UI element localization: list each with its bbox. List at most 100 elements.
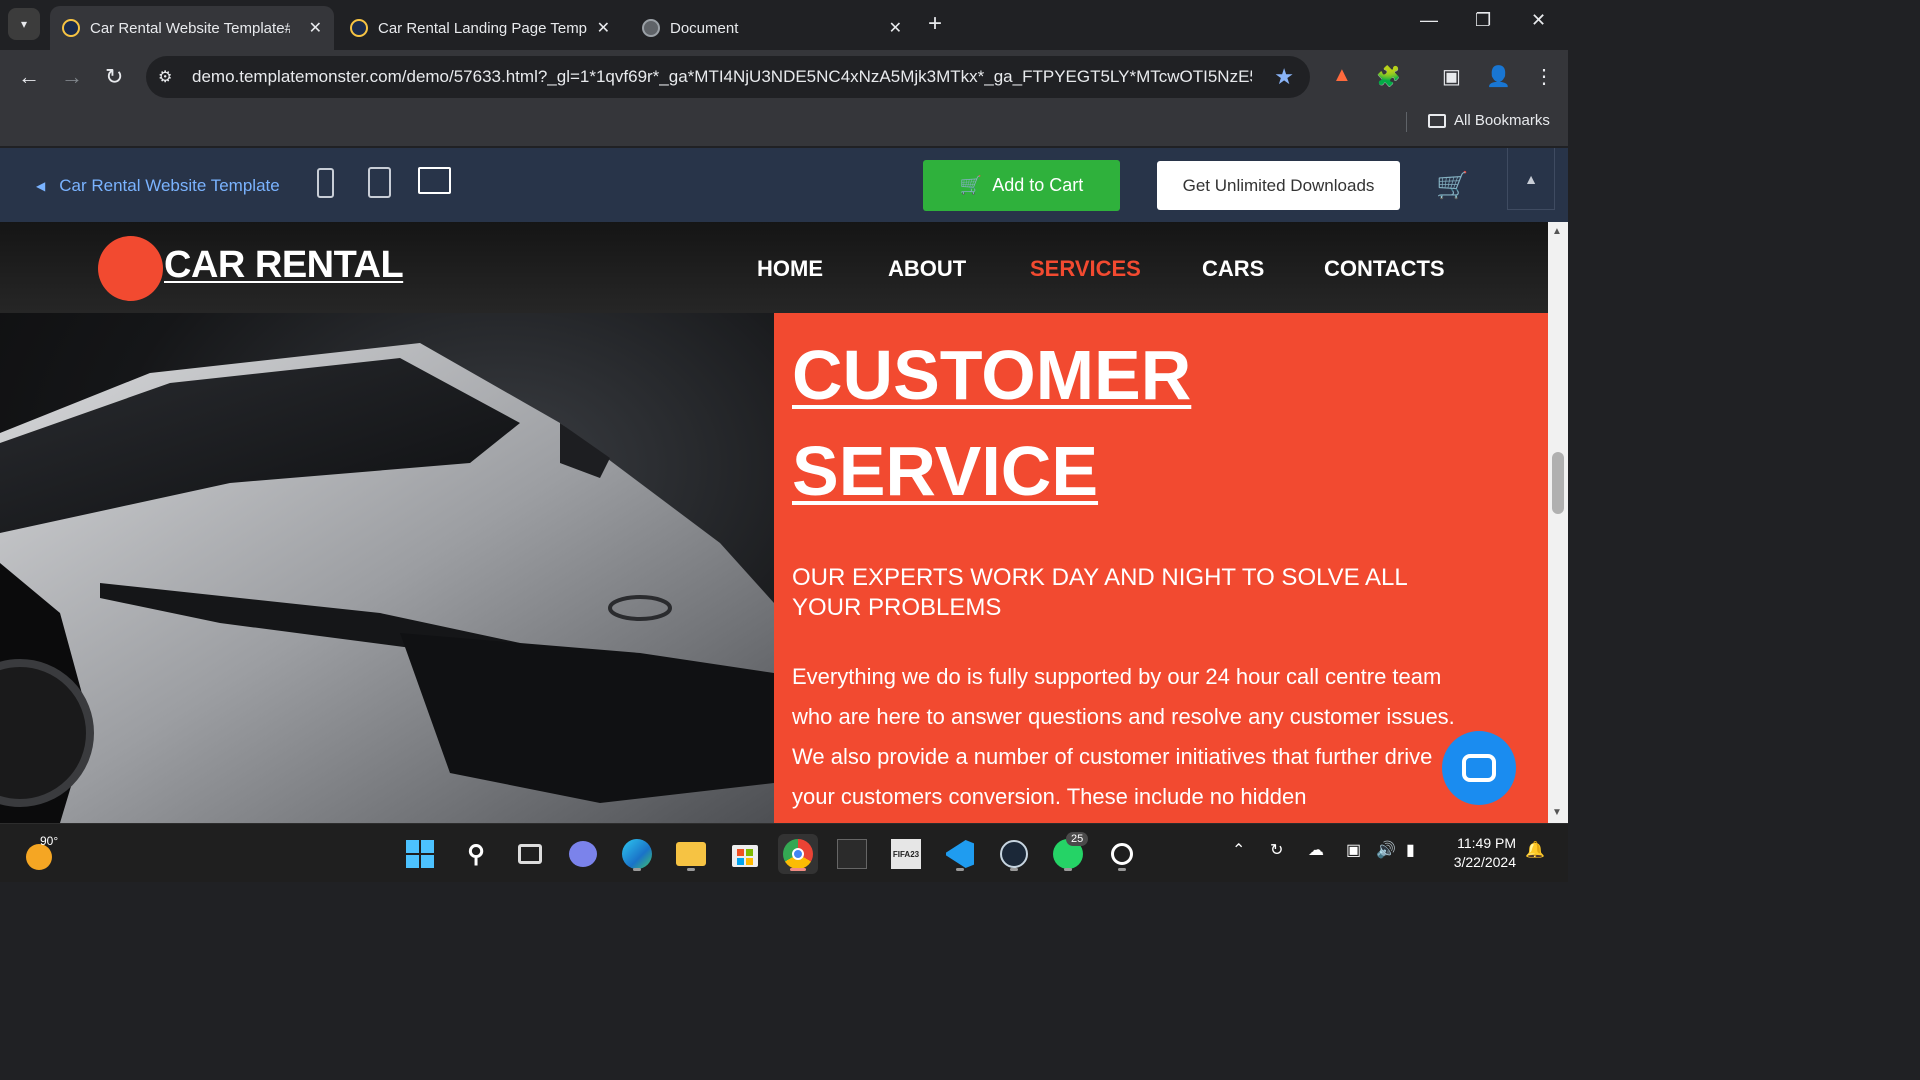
- all-bookmarks-label: All Bookmarks: [1454, 112, 1550, 129]
- sports-car-illustration: [0, 343, 774, 823]
- running-indicator: [633, 868, 641, 871]
- caret-up-icon: ▲: [1524, 170, 1538, 187]
- vscode-icon[interactable]: [940, 834, 980, 874]
- battery-icon[interactable]: ▮: [1406, 840, 1415, 860]
- show-hidden-icons-icon[interactable]: ⌃: [1232, 840, 1245, 860]
- tab-car-rental-website[interactable]: Car Rental Website Template#5 ✕: [50, 6, 334, 50]
- close-tab-icon[interactable]: ✕: [889, 18, 902, 38]
- window-close-icon[interactable]: ✕: [1531, 10, 1546, 31]
- running-indicator: [1118, 868, 1126, 871]
- nav-services[interactable]: SERVICES: [1030, 256, 1141, 282]
- scroll-up-arrow-icon[interactable]: ▲: [1552, 226, 1562, 237]
- onedrive-icon[interactable]: ☁: [1308, 840, 1324, 860]
- hero-title-line2: SERVICE: [792, 432, 1099, 510]
- desktop-view-icon[interactable]: [418, 167, 451, 194]
- edge-icon[interactable]: [617, 834, 657, 874]
- minimize-icon[interactable]: —: [1420, 10, 1438, 31]
- bookmark-separator: [1406, 112, 1407, 132]
- demo-toolbar: ◀ Car Rental Website Template 🛒 Add to C…: [0, 148, 1568, 222]
- weather-temperature: 90°: [40, 834, 59, 848]
- reload-icon[interactable]: ↻: [105, 64, 123, 90]
- customer-service-panel: CUSTOMER SERVICE OUR EXPERTS WORK DAY AN…: [774, 313, 1548, 823]
- all-bookmarks-button[interactable]: All Bookmarks: [1428, 112, 1550, 129]
- clock[interactable]: 11:49 PM 3/22/2024: [1440, 834, 1516, 872]
- hero-title-line1: CUSTOMER: [792, 336, 1192, 414]
- other-app-icon[interactable]: [1102, 834, 1142, 874]
- tab-car-rental-landing[interactable]: Car Rental Landing Page Templ... ✕: [338, 6, 622, 50]
- pes-game-icon[interactable]: [832, 834, 872, 874]
- nav-contacts[interactable]: CONTACTS: [1324, 256, 1445, 282]
- address-bar[interactable]: ⚙ ★: [146, 56, 1310, 98]
- profile-icon[interactable]: 👤: [1486, 64, 1511, 89]
- templatemonster-favicon-icon: [62, 19, 80, 37]
- extensions-icon[interactable]: 🧩: [1376, 64, 1401, 89]
- templatemonster-favicon-icon: [350, 19, 368, 37]
- tab-title: Document: [670, 19, 739, 37]
- get-unlimited-downloads-button[interactable]: Get Unlimited Downloads: [1157, 161, 1400, 210]
- back-icon[interactable]: ←: [18, 64, 40, 90]
- task-view-icon[interactable]: [510, 834, 550, 874]
- nav-about[interactable]: ABOUT: [888, 256, 966, 282]
- folder-icon: [1428, 113, 1446, 128]
- file-explorer-icon[interactable]: [671, 834, 711, 874]
- scrollbar-thumb[interactable]: [1552, 452, 1564, 514]
- flame-extension-icon[interactable]: ▲: [1332, 64, 1352, 87]
- tab-title: Car Rental Landing Page Templ...: [378, 19, 588, 37]
- side-panel-icon[interactable]: ▣: [1442, 64, 1461, 89]
- notification-bell-icon[interactable]: 🔔: [1525, 840, 1545, 860]
- tab-document[interactable]: Document ✕: [630, 6, 914, 50]
- whatsapp-notification-badge: 25: [1066, 832, 1089, 846]
- hero-body-text: Everything we do is fully supported by o…: [792, 664, 1455, 809]
- running-indicator: [1064, 868, 1072, 871]
- network-icon[interactable]: ▣: [1346, 840, 1361, 860]
- page-scrollbar[interactable]: ▲ ▼: [1548, 222, 1568, 823]
- weather-widget[interactable]: 90°: [26, 834, 58, 870]
- volume-icon[interactable]: 🔊: [1376, 840, 1396, 860]
- new-tab-button[interactable]: +: [928, 10, 942, 38]
- nav-cars[interactable]: CARS: [1202, 256, 1264, 282]
- url-input[interactable]: [192, 67, 1252, 87]
- restore-icon[interactable]: ❐: [1475, 10, 1491, 31]
- close-tab-icon[interactable]: ✕: [597, 18, 610, 38]
- cart-icon: 🛒: [959, 175, 983, 195]
- site-logo[interactable]: CAR RENTAL: [164, 244, 404, 287]
- hero-title: CUSTOMER SERVICE: [792, 327, 1392, 519]
- clock-date: 3/22/2024: [1453, 854, 1516, 870]
- logo-circle[interactable]: [98, 236, 163, 301]
- fifa-game-icon[interactable]: FIFA23: [886, 834, 926, 874]
- website-viewport: CAR RENTAL HOME ABOUT SERVICES CARS CONT…: [0, 222, 1548, 823]
- windows-logo-icon: [406, 840, 434, 868]
- start-button[interactable]: [400, 834, 440, 874]
- fifa-label: FIFA23: [891, 839, 921, 869]
- shopping-cart-icon[interactable]: 🛒: [1436, 170, 1468, 201]
- tablet-view-icon[interactable]: [368, 167, 391, 198]
- live-chat-button[interactable]: [1442, 731, 1516, 805]
- add-to-cart-button[interactable]: 🛒 Add to Cart: [923, 160, 1120, 211]
- back-to-template-label: Car Rental Website Template: [59, 176, 280, 195]
- clock-time: 11:49 PM: [1457, 835, 1516, 851]
- mobile-view-icon[interactable]: [317, 168, 334, 198]
- forward-icon[interactable]: →: [61, 64, 83, 90]
- more-menu-icon[interactable]: ⋮: [1534, 64, 1554, 89]
- microsoft-store-icon[interactable]: [725, 834, 765, 874]
- store-logo-icon: [732, 845, 758, 867]
- browser-toolbar: ← → ↻ ⚙ ★ ▲ 🧩 ▣ 👤 ⋮ All Bookmarks: [0, 50, 1568, 146]
- add-to-cart-label: Add to Cart: [992, 175, 1084, 195]
- running-indicator: [687, 868, 695, 871]
- tab-search-button[interactable]: ▾: [8, 8, 40, 40]
- search-icon[interactable]: ⚲: [456, 834, 496, 874]
- hero-subtitle: OUR EXPERTS WORK DAY AND NIGHT TO SOLVE …: [792, 564, 1407, 621]
- teams-icon[interactable]: [563, 834, 603, 874]
- bookmark-star-icon[interactable]: ★: [1274, 64, 1294, 90]
- close-tab-icon[interactable]: ✕: [309, 18, 322, 38]
- steam-icon[interactable]: [994, 834, 1034, 874]
- running-indicator: [1010, 868, 1018, 871]
- chrome-icon[interactable]: [778, 834, 818, 874]
- site-settings-icon[interactable]: ⚙: [158, 67, 180, 87]
- nav-home[interactable]: HOME: [757, 256, 823, 282]
- sync-icon[interactable]: ↻: [1270, 840, 1283, 860]
- scroll-down-arrow-icon[interactable]: ▼: [1552, 807, 1562, 818]
- tab-title: Car Rental Website Template#5: [90, 19, 290, 37]
- collapse-bar-button[interactable]: ▲: [1507, 148, 1555, 210]
- back-to-template-link[interactable]: ◀ Car Rental Website Template: [36, 176, 280, 196]
